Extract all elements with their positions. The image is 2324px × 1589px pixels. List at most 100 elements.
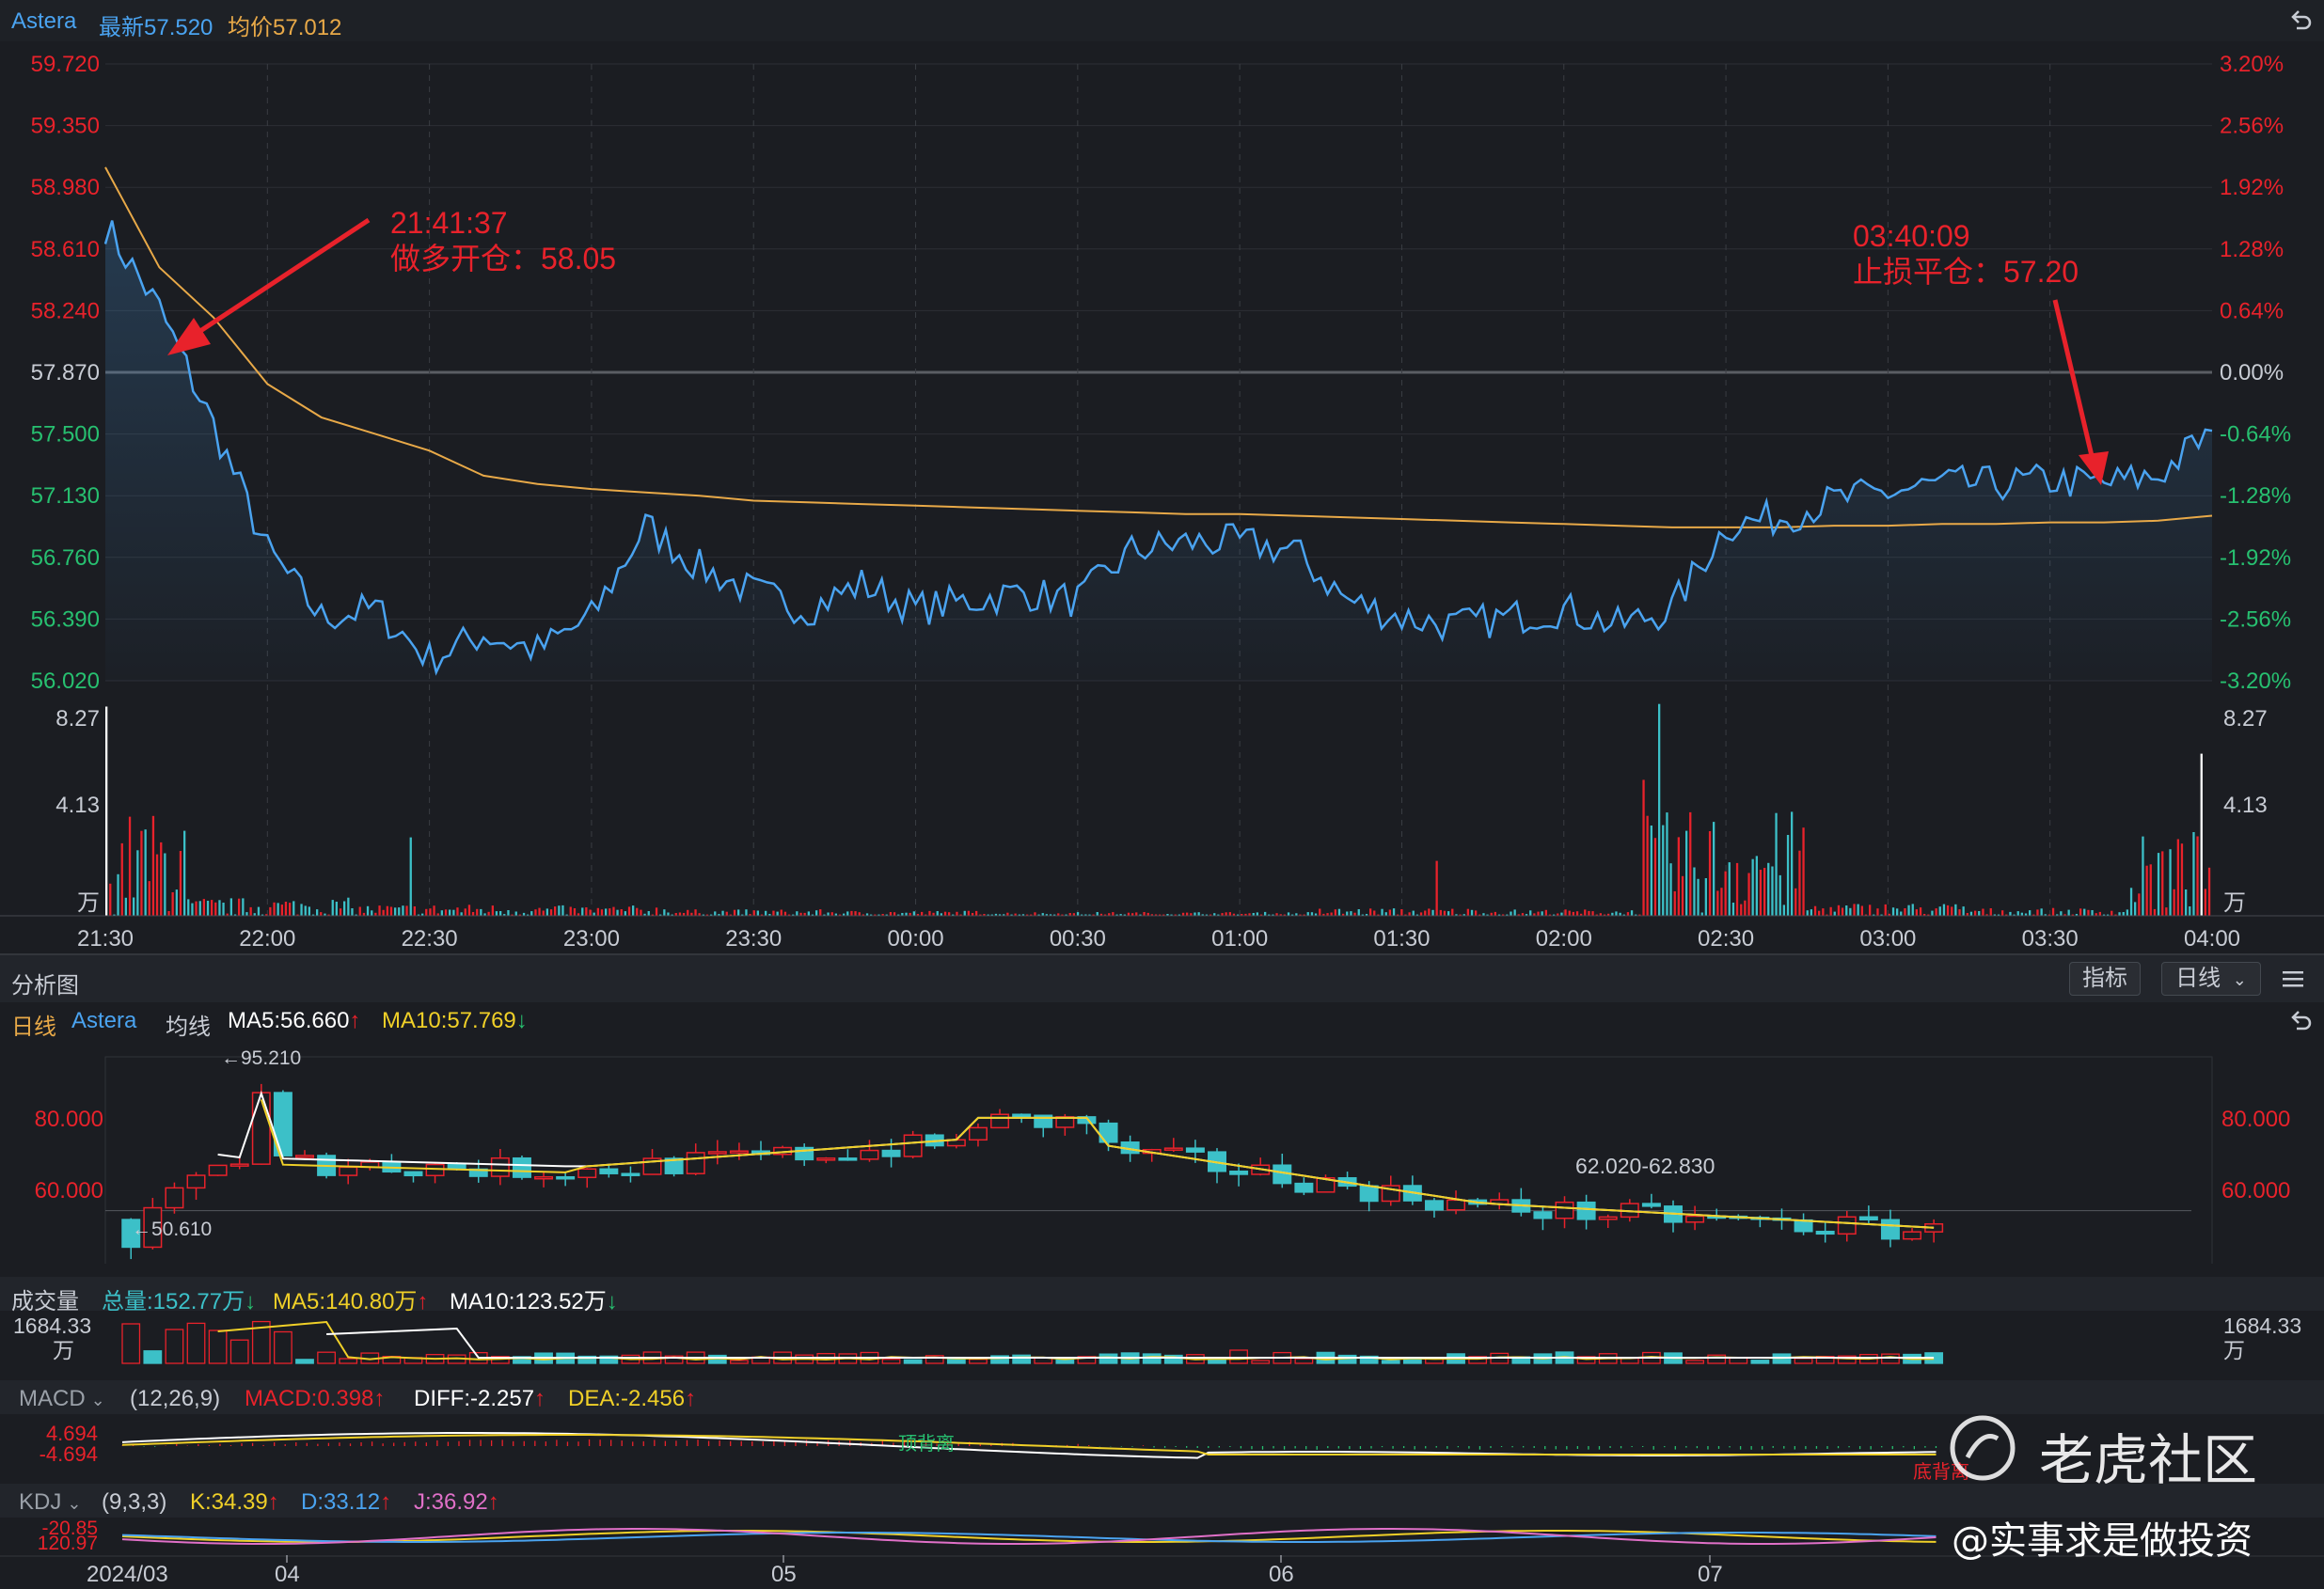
candle-body bbox=[729, 1150, 749, 1154]
candle-body bbox=[838, 1157, 858, 1161]
volume-bar bbox=[155, 854, 159, 916]
volume-bar bbox=[1424, 910, 1427, 916]
volume-bar bbox=[440, 910, 443, 916]
macd-legend: MACD ⌄ (12,26,9) MACD:0.398↑ DIFF:-2.257↑… bbox=[0, 1380, 2324, 1414]
last-price-label: 最新57.520 bbox=[99, 15, 213, 40]
volume-bar bbox=[413, 906, 416, 916]
daily-volume-bar bbox=[946, 1358, 966, 1364]
volume-bar bbox=[620, 909, 623, 916]
candle-body bbox=[1424, 1200, 1444, 1211]
pct-tick: 0.00% bbox=[2220, 360, 2284, 385]
daily-y-tick-left: 60.000 bbox=[35, 1178, 103, 1204]
undo-arrow-icon[interactable] bbox=[2287, 8, 2314, 34]
volume-bar bbox=[1646, 815, 1649, 916]
volume-bar bbox=[1716, 890, 1719, 916]
volume-bar bbox=[545, 908, 548, 916]
daily-volume-bar bbox=[1055, 1359, 1075, 1364]
volume-bar bbox=[331, 900, 334, 916]
volume-bar bbox=[632, 905, 635, 916]
volume-bar bbox=[1560, 912, 1563, 916]
volume-bar bbox=[1907, 905, 1910, 916]
volume-tick: 万 bbox=[2223, 890, 2246, 916]
volume-bar bbox=[471, 912, 475, 916]
volume-bar bbox=[963, 910, 966, 916]
volume-bar bbox=[1759, 870, 1763, 916]
hamburger-menu-icon[interactable] bbox=[2281, 968, 2305, 989]
volume-bar bbox=[1143, 912, 1146, 916]
daily-volume-bar bbox=[1381, 1360, 1400, 1364]
volume-bar bbox=[2001, 910, 2004, 916]
analysis-title: 分析图 bbox=[11, 973, 79, 999]
candle-body bbox=[1163, 1147, 1183, 1151]
volume-bar bbox=[627, 906, 631, 916]
volume-bar bbox=[398, 907, 401, 916]
period-label: 日线 bbox=[2175, 966, 2221, 991]
daily-y-tick-left: 80.000 bbox=[35, 1107, 103, 1132]
volume-bar bbox=[1337, 908, 1341, 916]
volume-bar bbox=[378, 905, 381, 916]
kdj-d: D:33.12↑ bbox=[301, 1489, 392, 1515]
volume-bar bbox=[1837, 905, 1841, 916]
daily-volume-bar bbox=[969, 1359, 988, 1364]
volume-bar bbox=[304, 905, 307, 916]
symbol-label[interactable]: Astera bbox=[11, 8, 76, 35]
volume-bar bbox=[956, 911, 958, 916]
daily-volume-bar bbox=[1881, 1353, 1900, 1364]
kdj-title[interactable]: KDJ ⌄ bbox=[19, 1489, 81, 1516]
daily-volume-bar bbox=[339, 1358, 358, 1364]
price-tick: 56.020 bbox=[31, 669, 100, 694]
volume-bar bbox=[721, 910, 724, 916]
volume-bar bbox=[1969, 911, 1973, 916]
macd-title[interactable]: MACD ⌄ bbox=[19, 1386, 105, 1412]
volume-tick: 8.27 bbox=[2223, 706, 2268, 732]
daily-volume-bar bbox=[1729, 1357, 1748, 1364]
volume-bar bbox=[460, 912, 463, 916]
undo-arrow-icon[interactable] bbox=[2287, 1008, 2314, 1034]
volume-bar bbox=[1860, 905, 1863, 916]
volume-bar bbox=[745, 909, 748, 916]
kdj-tick-bottom: 120.97 bbox=[38, 1533, 98, 1554]
volume-bar bbox=[1388, 909, 1391, 916]
volume-bar bbox=[358, 906, 361, 916]
volume-bar bbox=[1802, 827, 1805, 916]
time-tick: 04:00 bbox=[2184, 926, 2240, 952]
time-tick: 00:00 bbox=[888, 926, 944, 952]
volume-bar bbox=[491, 905, 494, 916]
volume-bar bbox=[850, 910, 853, 916]
volume-bar bbox=[1541, 911, 1543, 916]
volume-bar bbox=[1076, 912, 1080, 916]
volume-bar bbox=[1791, 811, 1794, 916]
period-dropdown[interactable]: 日线 ⌄ bbox=[2161, 962, 2261, 996]
volume-bar bbox=[1693, 867, 1696, 916]
volume-bar bbox=[1853, 904, 1856, 916]
date-tick: 06 bbox=[1269, 1562, 1294, 1587]
volume-bar bbox=[191, 903, 194, 916]
candle-body bbox=[1685, 1215, 1705, 1223]
volume-bar bbox=[495, 911, 498, 916]
indicator-button[interactable]: 指标 bbox=[2069, 962, 2141, 996]
volume-bar bbox=[175, 889, 178, 916]
volume-bar bbox=[2192, 832, 2195, 916]
volume-bar bbox=[558, 905, 561, 916]
date-tick: 05 bbox=[771, 1562, 797, 1587]
volume-bar bbox=[1096, 912, 1099, 916]
volume-bar bbox=[948, 912, 951, 916]
volume-bar bbox=[507, 910, 510, 916]
candle-body bbox=[816, 1157, 836, 1161]
volume-bar bbox=[752, 910, 755, 916]
volume-bar bbox=[1264, 911, 1267, 916]
volume-bar bbox=[371, 910, 373, 916]
down-arrow-icon: ↓ bbox=[515, 1008, 528, 1033]
pct-tick: -1.92% bbox=[2220, 545, 2291, 571]
daily-period-label[interactable]: 日线 bbox=[11, 1008, 56, 1041]
volume-tick: 4.13 bbox=[55, 793, 100, 818]
volume-bar bbox=[538, 907, 541, 916]
volume-bar bbox=[1197, 912, 1200, 916]
volume-bar bbox=[1713, 822, 1715, 916]
volume-bar bbox=[858, 912, 861, 916]
volume-bar bbox=[600, 909, 604, 916]
volume-bar bbox=[772, 910, 775, 916]
chevron-down-icon: ⌄ bbox=[2232, 970, 2247, 989]
volume-bar bbox=[2079, 908, 2082, 916]
volume-bar bbox=[530, 911, 533, 916]
